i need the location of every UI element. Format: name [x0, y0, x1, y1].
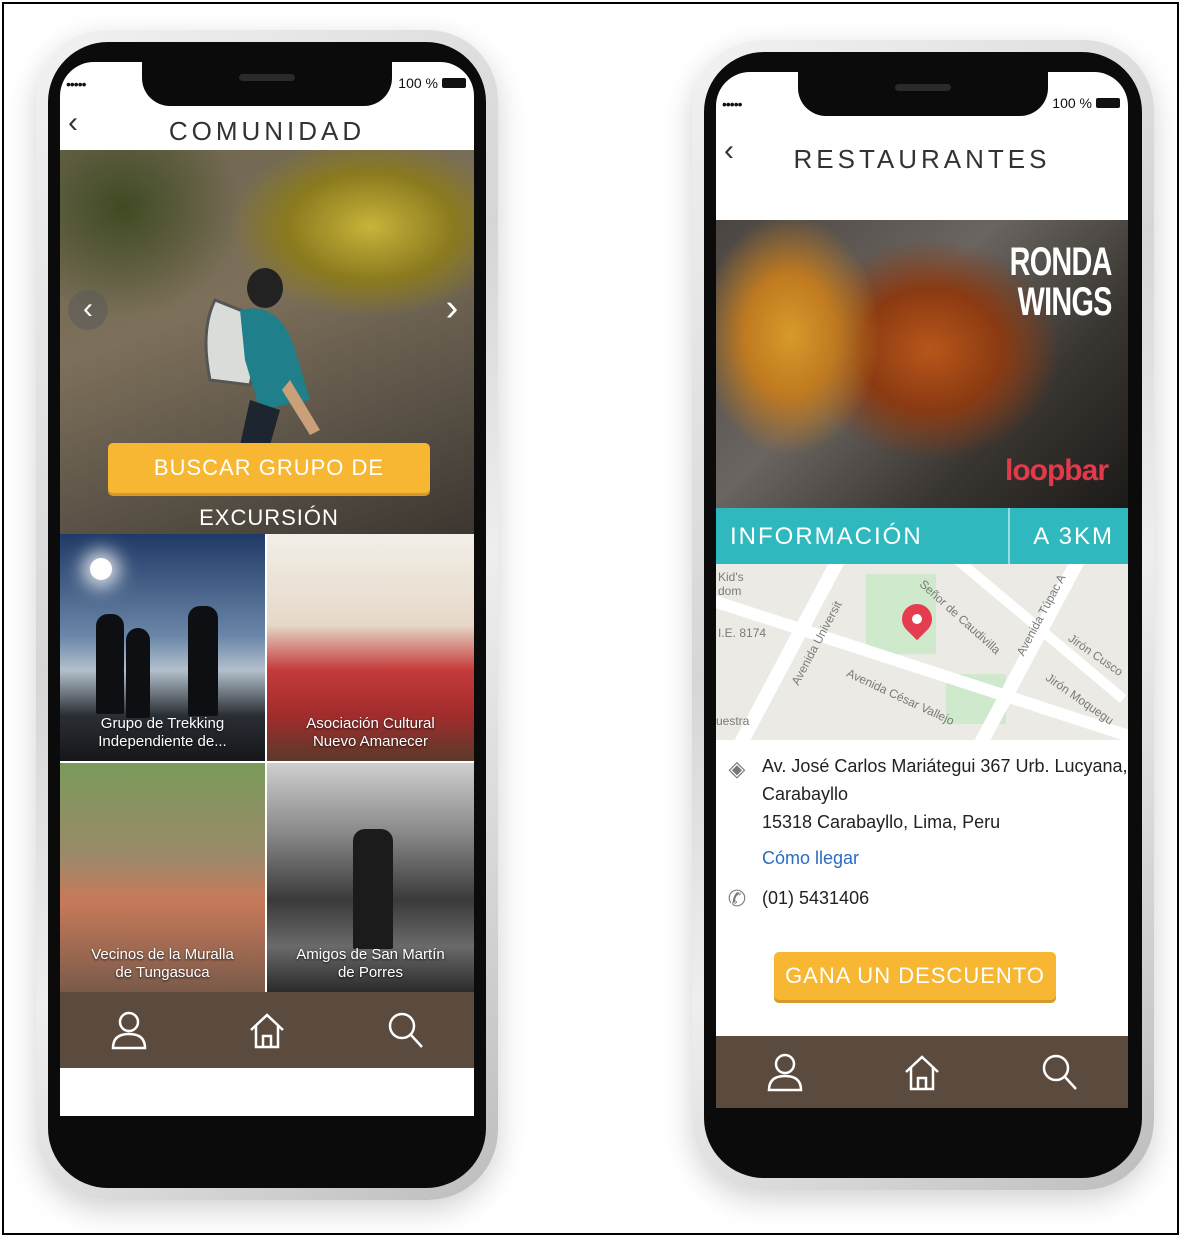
left-phone: ••••• 9.41 100 % ‹ COMUNIDAD ‹ › BUSCAR …	[36, 30, 498, 1200]
directions-icon: ◈	[728, 756, 746, 781]
hiker-silhouette	[188, 606, 218, 716]
phone-number[interactable]: (01) 5431406	[762, 888, 869, 909]
group-caption: Vecinos de la Muralla de Tungasuca	[60, 946, 265, 982]
sun-glow	[90, 558, 112, 580]
address-line: Av. José Carlos Mariátegui 367 Urb. Lucy…	[762, 756, 1128, 776]
group-subtitle: Nuevo Amanecer	[312, 733, 429, 750]
hero-carousel: ‹ › BUSCAR GRUPO DE EXCURSIÓN	[60, 150, 474, 534]
battery-icon	[1096, 98, 1120, 108]
home-icon[interactable]	[247, 1010, 287, 1050]
directions-link[interactable]: Cómo llegar	[762, 848, 859, 869]
group-caption: Amigos de San Martín de Porres	[267, 946, 474, 982]
phone-icon: ✆	[727, 886, 747, 911]
carousel-next-icon[interactable]: ›	[432, 283, 472, 333]
battery-label: 100 %	[1052, 95, 1092, 111]
left-phone-speaker	[239, 74, 295, 81]
group-tile[interactable]: Asociación Cultural Nuevo Amanecer	[267, 534, 474, 763]
info-divider	[1008, 508, 1010, 564]
group-tile[interactable]: Amigos de San Martín de Porres	[267, 763, 474, 992]
group-tile[interactable]: Grupo de Trekking Independiente de...	[60, 534, 267, 763]
person-silhouette	[353, 829, 393, 949]
user-icon[interactable]	[109, 1010, 149, 1050]
nav-bar: ‹ COMUNIDAD	[60, 100, 474, 150]
group-caption: Asociación Cultural Nuevo Amanecer	[267, 715, 474, 751]
group-title: Vecinos de la Muralla	[91, 946, 234, 963]
hiker-illustration	[204, 268, 320, 445]
home-icon[interactable]	[902, 1052, 942, 1092]
carousel-prev-icon[interactable]: ‹	[68, 290, 108, 330]
battery-indicator: 100 %	[1052, 95, 1120, 111]
right-phone-notch	[798, 70, 1048, 116]
left-phone-screen: ••••• 9.41 100 % ‹ COMUNIDAD ‹ › BUSCAR …	[60, 62, 474, 1116]
location-map[interactable]: Avenida Universit Señor de Caudivilla Av…	[716, 564, 1128, 740]
group-subtitle: Independiente de...	[98, 733, 227, 750]
discount-button[interactable]: GANA UN DESCUENTO	[774, 952, 1056, 1000]
search-icon[interactable]	[385, 1010, 425, 1050]
info-label: INFORMACIÓN	[730, 523, 923, 550]
hiker-silhouette	[96, 614, 124, 714]
place-label: I.E. 8174	[718, 626, 767, 640]
battery-label: 100 %	[398, 75, 438, 91]
right-phone-screen: ••••• 9.41 100 % ‹ RESTAURANTES RONDAWIN…	[716, 72, 1128, 1108]
nav-bar: ‹ RESTAURANTES	[716, 128, 1128, 178]
brand-name: RONDA WINGS	[1009, 240, 1113, 324]
hiker-silhouette	[126, 628, 150, 718]
battery-icon	[442, 78, 466, 88]
tab-bar	[716, 1036, 1128, 1108]
group-title: Grupo de Trekking	[100, 715, 225, 732]
tab-bar	[60, 992, 474, 1068]
right-phone: ••••• 9.41 100 % ‹ RESTAURANTES RONDAWIN…	[692, 40, 1154, 1190]
distance-label: A 3KM	[1033, 523, 1114, 550]
search-group-button[interactable]: BUSCAR GRUPO DE EXCURSIÓN	[108, 443, 430, 530]
page-title: COMUNIDAD	[168, 116, 366, 146]
info-bar: INFORMACIÓN A 3KM	[716, 508, 1128, 564]
community-grid: Grupo de Trekking Independiente de... Aso…	[60, 534, 474, 992]
group-caption: Grupo de Trekking Independiente de...	[60, 715, 265, 751]
right-phone-speaker	[895, 84, 951, 91]
left-phone-notch	[142, 60, 392, 106]
brand-line: RONDA	[1009, 240, 1113, 284]
loopbar-logo: loopbar	[1005, 454, 1109, 487]
group-subtitle: de Tungasuca	[115, 964, 210, 981]
address-line: Carabayllo	[762, 784, 849, 804]
place-label: uestra	[716, 714, 750, 728]
group-subtitle: de Porres	[337, 964, 404, 981]
page-title: RESTAURANTES	[793, 144, 1051, 174]
brand-line: WINGS	[1018, 280, 1113, 324]
restaurant-banner: RONDA WINGS loopbar	[716, 220, 1128, 508]
battery-indicator: 100 %	[398, 75, 466, 91]
address-line: 15318 Carabayllo, Lima, Peru	[762, 812, 1001, 832]
group-title: Asociación Cultural	[306, 715, 435, 732]
search-icon[interactable]	[1039, 1052, 1079, 1092]
place-label: Kid's dom	[718, 570, 744, 598]
group-tile[interactable]: Vecinos de la Muralla de Tungasuca	[60, 763, 267, 992]
user-icon[interactable]	[765, 1052, 805, 1092]
group-title: Amigos de San Martín	[296, 946, 445, 963]
